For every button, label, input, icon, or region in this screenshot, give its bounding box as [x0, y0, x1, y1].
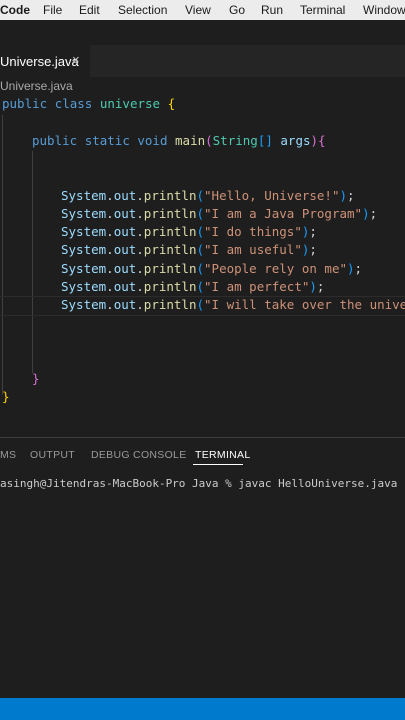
- code-line-class: public class universe {: [2, 95, 175, 113]
- code-editor[interactable]: public class universe { public static vo…: [0, 93, 405, 437]
- string-literal: "People rely on me": [204, 261, 348, 276]
- title-strip: [0, 20, 405, 45]
- param-name: args: [280, 133, 311, 148]
- keyword: static: [84, 133, 130, 148]
- code-line-println: System.out.println("I am useful");: [61, 242, 317, 257]
- menu-go[interactable]: Go: [229, 3, 245, 17]
- keyword: public: [32, 133, 78, 148]
- breadcrumb[interactable]: Universe.java: [0, 79, 73, 93]
- menu-selection[interactable]: Selection: [118, 3, 167, 17]
- code-line-println: System.out.println("I am perfect");: [61, 279, 325, 294]
- string-literal: "I will take over the univer: [204, 297, 405, 312]
- menu-terminal[interactable]: Terminal: [300, 3, 345, 17]
- keyword: void: [137, 133, 168, 148]
- string-literal: "I am useful": [204, 242, 302, 257]
- code-line-println: System.out.println("I am a Java Program"…: [61, 206, 378, 221]
- code-line-println: System.out.println("People rely on me");: [61, 261, 363, 276]
- editor-tab-label: Universe.java: [0, 54, 79, 69]
- tab-output[interactable]: OUTPUT: [30, 449, 75, 461]
- string-literal: "I am a Java Program": [204, 206, 363, 221]
- brace: {: [167, 96, 176, 111]
- status-bar: [0, 698, 405, 720]
- tab-debug-console[interactable]: DEBUG CONSOLE: [91, 449, 187, 461]
- keyword: class: [54, 96, 93, 111]
- menu-bar: Code File Edit Selection View Go Run Ter…: [0, 0, 405, 20]
- class-name: universe: [99, 96, 161, 111]
- string-literal: "I do things": [204, 224, 302, 239]
- menu-edit[interactable]: Edit: [79, 3, 100, 17]
- code-line-println: System.out.println("I do things");: [61, 224, 317, 239]
- editor-tab-universe[interactable]: Universe.java ×: [0, 45, 90, 77]
- menu-run[interactable]: Run: [261, 3, 283, 17]
- code-line-main: public static void main(String[] args){: [32, 132, 326, 150]
- tab-terminal[interactable]: TERMINAL: [195, 449, 251, 461]
- close-icon[interactable]: ×: [72, 52, 80, 67]
- indent-guide: [2, 115, 3, 395]
- code-line-println: System.out.println("Hello, Universe!");: [61, 188, 355, 203]
- closing-brace: }: [32, 371, 40, 386]
- closing-brace: }: [2, 389, 10, 404]
- app-menu-code[interactable]: Code: [0, 3, 30, 17]
- menu-window[interactable]: Window: [363, 3, 405, 17]
- tab-problems[interactable]: MS: [0, 449, 16, 461]
- brackets: []: [257, 133, 273, 148]
- method-name: main: [175, 133, 206, 148]
- paren: (: [205, 133, 213, 148]
- indent-guide: [32, 151, 33, 373]
- keyword: public: [2, 96, 48, 111]
- menu-view[interactable]: View: [185, 3, 211, 17]
- type-name: String: [212, 133, 258, 148]
- brace: {: [318, 133, 326, 148]
- string-literal: "Hello, Universe!": [204, 188, 340, 203]
- menu-file[interactable]: File: [43, 3, 62, 17]
- active-tab-indicator: [193, 464, 243, 465]
- paren: ): [310, 133, 319, 148]
- code-line-println: System.out.println("I will take over the…: [61, 296, 405, 314]
- terminal-output[interactable]: asingh@Jitendras-MacBook-Pro Java % java…: [0, 477, 397, 490]
- string-literal: "I am perfect": [204, 279, 310, 294]
